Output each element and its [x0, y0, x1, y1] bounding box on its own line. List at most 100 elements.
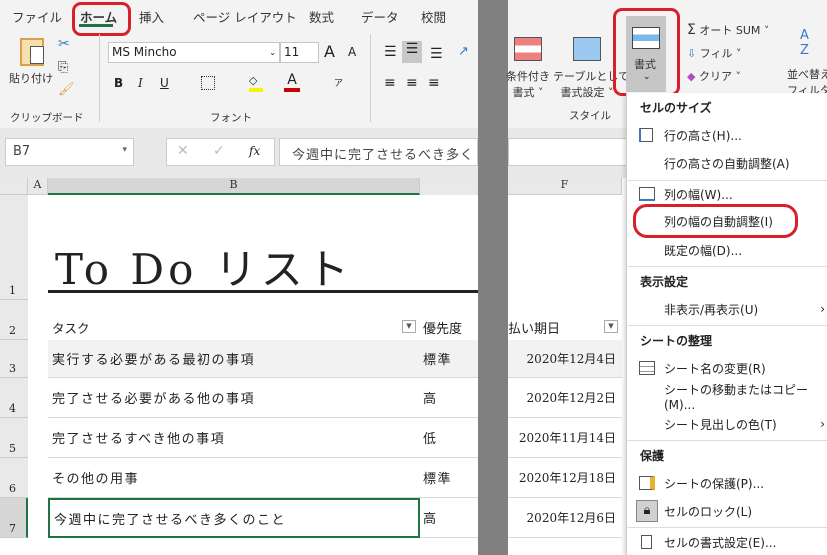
font-size-value: 11	[284, 45, 300, 59]
task-cell[interactable]: 実行する必要がある最初の事項	[48, 340, 420, 378]
menu-item-tab-color[interactable]: シート見出しの色(T) ›	[626, 411, 827, 437]
conditional-format-icon[interactable]	[514, 37, 542, 61]
label: オート SUM	[699, 24, 761, 37]
format-as-table-icon[interactable]	[573, 37, 601, 61]
format-painter-icon[interactable]: 🖌	[58, 82, 75, 97]
tab-data[interactable]: データ	[361, 7, 399, 26]
task-cell[interactable]: その他の用事	[48, 458, 420, 498]
tab-file[interactable]: ファイル	[12, 7, 62, 26]
font-name-value: MS Mincho	[112, 45, 177, 59]
fill-color-icon[interactable]: ◇	[249, 74, 263, 92]
copy-icon[interactable]: ⎘	[58, 60, 68, 75]
row-header-7[interactable]: 7	[0, 498, 28, 538]
due-date-cell[interactable]: 2020年12月4日	[508, 340, 622, 378]
task-cell[interactable]: 完了させる必要がある他の事項	[48, 378, 420, 418]
bold-button[interactable]: B	[114, 76, 123, 90]
align-middle-icon[interactable]: ☰	[402, 41, 422, 63]
underline-button[interactable]: U	[160, 76, 169, 90]
menu-item-rename-sheet[interactable]: シート名の変更(R)	[626, 355, 827, 381]
menu-item-format-cells[interactable]: セルの書式設定(E)...	[626, 529, 827, 555]
paste-icon[interactable]	[20, 38, 44, 66]
row-header-2[interactable]: 2	[0, 300, 28, 340]
formula-input[interactable]: 今週中に完了させるべき多く	[279, 138, 478, 166]
grow-font-button[interactable]: A	[324, 42, 335, 61]
italic-button[interactable]: I	[138, 76, 143, 90]
priority-cell[interactable]: 低	[420, 418, 478, 458]
cut-icon[interactable]: ✂	[58, 36, 70, 52]
tab-review[interactable]: 校閲	[421, 7, 446, 26]
task-cell[interactable]: 今週中に完了させるべき多くのこと	[48, 498, 420, 538]
menu-item-lock-cell[interactable]: セルのロック(L)	[626, 498, 827, 524]
task-cell[interactable]: 完了させるすべき他の事項	[48, 418, 420, 458]
font-size-select[interactable]: 11	[280, 42, 319, 63]
tab-formulas[interactable]: 数式	[309, 7, 334, 26]
clear-button[interactable]: ◆ クリア ˅	[687, 68, 741, 84]
fill-button[interactable]: ⇩ フィル ˅	[687, 45, 742, 61]
insert-function-button[interactable]: fx	[249, 144, 260, 158]
column-header-b[interactable]: B	[48, 178, 420, 195]
enter-icon[interactable]: ✓	[213, 143, 225, 159]
menu-item-protect-sheet[interactable]: シートの保護(P)...	[626, 470, 827, 496]
task-filter-button[interactable]: ▼	[402, 320, 416, 333]
header-due: 払い期日	[508, 322, 561, 337]
row-header-3[interactable]: 3	[0, 340, 28, 378]
paste-button[interactable]: 貼り付け	[9, 70, 53, 86]
formula-input-continued[interactable]	[508, 138, 628, 166]
title-underline	[48, 290, 478, 293]
tab-insert[interactable]: 挿入	[139, 7, 164, 26]
row-header-6[interactable]: 6	[0, 458, 28, 498]
cancel-icon[interactable]: ✕	[177, 143, 189, 159]
menu-section-organize-sheets: シートの整理	[640, 334, 713, 348]
tab-page-layout[interactable]: ページ レイアウト	[193, 7, 297, 26]
due-date-cell[interactable]: 2020年12月6日	[508, 498, 622, 538]
priority-cell[interactable]: 高	[420, 378, 478, 418]
align-right-icon[interactable]: ≡	[428, 75, 440, 91]
font-name-select[interactable]: MS Mincho ⌄	[108, 42, 280, 63]
group-divider	[370, 34, 371, 122]
phonetic-icon[interactable]: ア	[334, 76, 343, 89]
home-tab-highlight	[72, 2, 131, 36]
row-header-4[interactable]: 4	[0, 378, 28, 418]
select-all-corner[interactable]	[0, 178, 28, 195]
font-group-label: フォント	[210, 112, 252, 124]
priority-cell[interactable]: 標準	[420, 340, 478, 378]
sort-filter-icon[interactable]: AZ	[800, 28, 809, 58]
column-header-c[interactable]	[420, 178, 478, 195]
align-center-icon[interactable]: ≡	[406, 75, 418, 91]
align-left-icon[interactable]: ≡	[384, 75, 396, 91]
priority-cell[interactable]: 標準	[420, 458, 478, 498]
due-date-cell[interactable]: 2020年12月18日	[508, 458, 622, 498]
menu-item-autofit-row-height[interactable]: 行の高さの自動調整(A)	[626, 150, 827, 176]
clipboard-group-label: クリップボード	[10, 112, 84, 124]
autosum-button[interactable]: Σ オート SUM ˅	[687, 22, 769, 38]
font-color-button[interactable]: A	[284, 72, 300, 92]
borders-icon[interactable]	[201, 76, 215, 90]
group-divider	[99, 34, 100, 122]
format-as-table-button[interactable]: テーブルとして 書式設定 ˅	[553, 68, 629, 100]
shrink-font-button[interactable]: A	[348, 45, 356, 59]
label: シート見出しの色(T)	[664, 417, 777, 432]
name-box-value: B7	[13, 144, 31, 159]
menu-item-hide-unhide[interactable]: 非表示/再表示(U) ›	[626, 296, 827, 322]
label: 条件付き	[506, 70, 550, 83]
priority-cell[interactable]: 高	[420, 498, 478, 538]
fill-down-icon: ⇩	[687, 47, 697, 60]
name-box[interactable]: B7 ▾	[5, 138, 134, 166]
due-date-cell[interactable]: 2020年11月14日	[508, 418, 622, 458]
column-header-f[interactable]: F	[508, 178, 622, 195]
due-date-cell[interactable]: 2020年12月2日	[508, 378, 622, 418]
column-header-a[interactable]: A	[28, 178, 48, 195]
menu-item-row-height[interactable]: 行の高さ(H)...	[626, 122, 827, 148]
sheet-title: To Do リスト	[55, 245, 353, 294]
due-filter-button[interactable]: ▼	[604, 320, 618, 333]
menu-item-default-width[interactable]: 既定の幅(D)...	[626, 237, 827, 263]
row-header-5[interactable]: 5	[0, 418, 28, 458]
align-top-icon[interactable]: ☰	[384, 44, 397, 60]
align-bottom-icon[interactable]: ☰	[430, 46, 443, 62]
menu-item-move-copy-sheet[interactable]: シートの移動またはコピー(M)...	[626, 383, 827, 412]
orientation-icon[interactable]: ↗	[458, 44, 469, 59]
conditional-format-button[interactable]: 条件付き 書式 ˅	[504, 68, 552, 100]
header-priority: 優先度	[423, 322, 463, 337]
menu-section-protection: 保護	[640, 449, 665, 463]
row-header-1[interactable]: 1	[0, 195, 28, 300]
